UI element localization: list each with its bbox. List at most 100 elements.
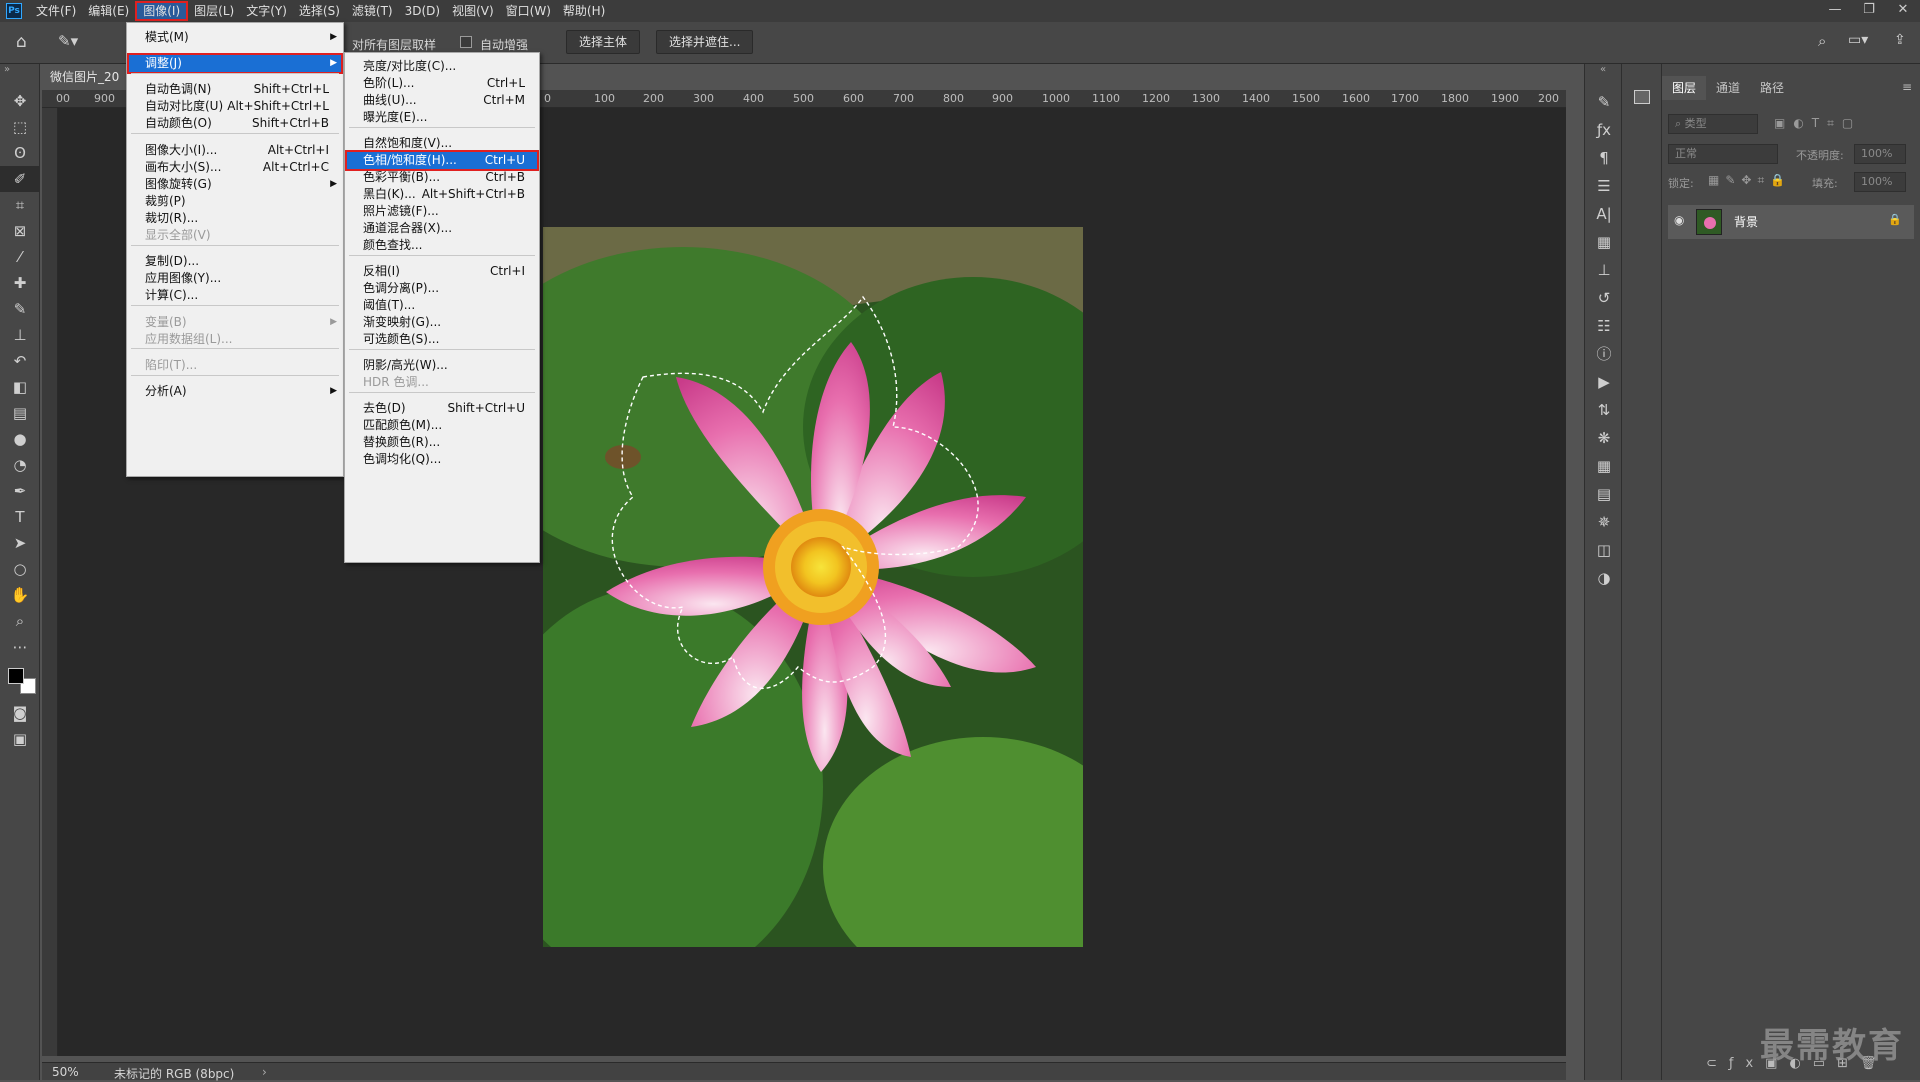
search-icon[interactable]: ⌕ [1818,32,1826,50]
filter-icons[interactable]: ▣◐T⌗▢ [1774,116,1861,131]
crop-tool-icon[interactable]: ⌗ [0,192,40,218]
pen-tool-icon[interactable]: ✒ [0,478,40,504]
share-icon[interactable]: ⇪ [1894,32,1906,48]
adjustment-menu-item[interactable]: 色调均化(Q)... [345,449,539,470]
actions-icon[interactable]: ▶ [1585,368,1623,396]
image-menu-item[interactable]: 显示全部(V) [127,225,343,246]
properties-icon[interactable]: ☰ [1585,172,1623,200]
quick-mask-icon[interactable]: ◙ [0,700,40,726]
foreground-color-swatch[interactable] [8,668,24,684]
panel-collapse-icon[interactable]: » [0,64,39,88]
frame-tool-icon[interactable]: ⊠ [0,218,40,244]
menu-item[interactable]: 窗口(W) [500,1,557,21]
menu-item[interactable]: 图层(L) [188,1,240,21]
info-icon[interactable]: ⓘ [1585,340,1623,368]
brush-tool-icon[interactable]: ✎ [0,296,40,322]
image-menu-item[interactable]: 陷印(T)... [127,355,343,376]
lasso-tool-icon[interactable]: ʘ [0,140,40,166]
channels-mix-icon[interactable]: ⇅ [1585,396,1623,424]
type-tool-icon[interactable]: T [0,504,40,530]
menu-item-label: 分析(A) [145,384,187,398]
libraries-icon[interactable]: ☷ [1585,312,1623,340]
color-icon[interactable]: ◑ [1585,564,1623,592]
layer-row-background[interactable]: ◉ 背景 🔒 [1668,205,1914,239]
restore-icon[interactable]: ❐ [1852,0,1886,22]
clone-source-icon[interactable]: ⊥ [1585,256,1623,284]
layer-filter-select[interactable]: ⌕ 类型 [1668,114,1758,134]
select-subject-button[interactable]: 选择主体 [566,30,641,54]
screen-mode-icon[interactable]: ▣ [0,726,40,752]
menu-separator [349,127,535,128]
adjustment-menu-item[interactable]: 曝光度(E)... [345,107,539,128]
menu-item[interactable]: 帮助(H) [557,1,611,21]
status-expand-icon[interactable]: › [262,1065,267,1079]
ellipse-tool-icon[interactable]: ○ [0,556,40,582]
panel-menu-icon[interactable]: ≡ [1902,80,1912,94]
adjustments-icon[interactable]: ✵ [1585,508,1623,536]
lotus-photo[interactable] [543,227,1083,947]
marquee-tool-icon[interactable]: ⬚ [0,114,40,140]
menu-item[interactable]: 图像(I) [135,1,189,21]
document-tab[interactable]: 微信图片_20 [42,64,132,90]
adjustment-menu-item[interactable]: HDR 色调... [345,372,539,393]
hand-tool-icon[interactable]: ✋ [0,582,40,608]
styles-icon[interactable]: ƒx [1585,116,1623,144]
brush-settings-icon[interactable]: ✎ [1585,88,1623,116]
opacity-field[interactable]: 100% [1854,144,1906,164]
image-menu-item[interactable]: 计算(C)... [127,285,343,306]
workspace-icon[interactable]: ▭▾ [1848,32,1868,48]
history-brush-icon[interactable]: ↶ [0,348,40,374]
adjustment-menu-item[interactable]: 颜色查找... [345,235,539,256]
character-icon[interactable]: A| [1585,200,1623,228]
clone-stamp-icon[interactable]: ⊥ [0,322,40,348]
image-menu-item[interactable]: 分析(A) ▶ [127,381,343,402]
menu-item[interactable]: 3D(D) [399,1,446,21]
path-selection-icon[interactable]: ➤ [0,530,40,556]
eraser-tool-icon[interactable]: ◧ [0,374,40,400]
blend-mode-select[interactable]: 正常 [1668,144,1778,164]
tab-layers[interactable]: 图层 [1662,76,1707,100]
navigator-icon[interactable]: ◫ [1585,536,1623,564]
select-and-mask-button[interactable]: 选择并遮住... [656,30,754,54]
more-tools-icon[interactable]: ⋯ [0,634,40,660]
paragraph-icon[interactable]: ¶ [1585,144,1623,172]
gradient-tool-icon[interactable]: ▤ [0,400,40,426]
zoom-tool-icon[interactable]: ⌕ [0,608,40,634]
menu-item[interactable]: 视图(V) [446,1,500,21]
eyedropper-tool-icon[interactable]: ⁄ [0,244,40,270]
move-tool-icon[interactable]: ✥ [0,88,40,114]
notes-icon[interactable]: ▤ [1585,480,1623,508]
minimize-icon[interactable]: — [1818,0,1852,22]
blur-tool-icon[interactable]: ● [0,426,40,452]
layer-comps-icon[interactable] [1634,90,1650,104]
menu-item[interactable]: 文字(Y) [240,1,293,21]
healing-brush-icon[interactable]: ✚ [0,270,40,296]
tab-channels[interactable]: 通道 [1706,76,1750,100]
image-menu-item[interactable]: 模式(M) ▶ [127,27,343,48]
image-menu-item[interactable]: 调整(J) ▶ [127,53,343,74]
tab-paths[interactable]: 路径 [1750,76,1794,100]
quick-selection-preset-icon[interactable]: ✎▾ [58,32,78,50]
fill-field[interactable]: 100% [1854,172,1906,192]
menu-item[interactable]: 文件(F) [30,1,82,21]
auto-enhance-checkbox[interactable] [460,36,472,48]
3d-icon[interactable]: ❋ [1585,424,1623,452]
lock-icons[interactable]: ▦✎✥⌗🔒 [1708,173,1791,188]
visibility-eye-icon[interactable]: ◉ [1674,213,1684,227]
home-icon[interactable]: ⌂ [16,32,27,52]
history-icon[interactable]: ↺ [1585,284,1623,312]
close-icon[interactable]: ✕ [1886,0,1920,22]
adjustment-menu-item[interactable]: 可选颜色(S)... [345,329,539,350]
zoom-level[interactable]: 50% [52,1065,79,1079]
menu-item[interactable]: 编辑(E) [82,1,135,21]
menu-item[interactable]: 滤镜(T) [346,1,399,21]
table-icon[interactable]: ▦ [1585,452,1623,480]
image-menu-item[interactable]: 自动颜色(O) Shift+Ctrl+B [127,113,343,134]
photoshop-logo[interactable]: Ps [6,3,22,19]
dodge-tool-icon[interactable]: ◔ [0,452,40,478]
quick-selection-tool-icon[interactable]: ✐ [0,166,40,192]
image-menu-item[interactable]: 应用数据组(L)... [127,329,343,350]
strip-collapse-icon[interactable]: « [1585,64,1621,88]
glyphs-icon[interactable]: ▦ [1585,228,1623,256]
menu-item[interactable]: 选择(S) [293,1,346,21]
